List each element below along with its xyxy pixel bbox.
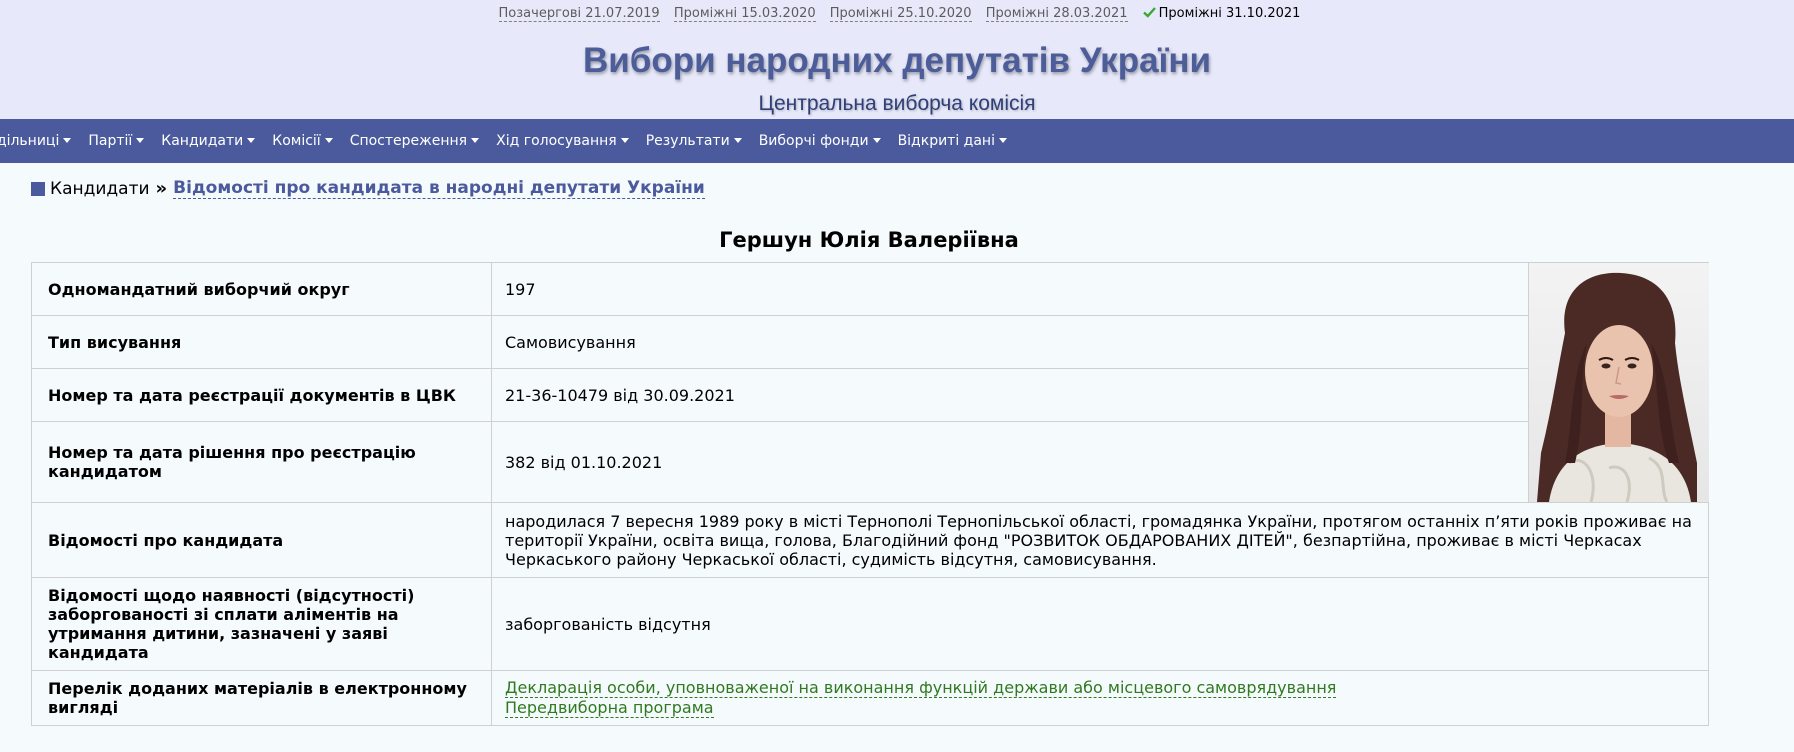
table-row: Відомості про кандидата народилася 7 вер… [31,502,1709,578]
material-link-program[interactable]: Передвиборна програма [505,698,714,718]
site-header: Позачергові 21.07.2019 Проміжні 15.03.20… [0,0,1794,119]
caret-down-icon [620,138,629,143]
caret-down-icon [471,138,480,143]
row-value: заборгованість відсутня [491,577,1709,671]
caret-down-icon [63,138,72,143]
nav-item-label: Кандидати [161,133,244,149]
checkmark-icon [1142,7,1156,18]
row-label: Відомості щодо наявності (відсутності) з… [31,577,492,671]
election-link-2021-03-28[interactable]: Проміжні 28.03.2021 [985,6,1128,22]
breadcrumb-separator: » [155,178,168,199]
nav-item-label: Хід голосування [496,133,617,149]
row-label: Номер та дата реєстрації документів в ЦВ… [31,368,492,422]
nav-item-label: Спостереження [349,133,468,149]
row-label: Перелік доданих матеріалів в електронном… [31,670,492,726]
current-election-label: Проміжні 31.10.2021 [1158,6,1301,21]
row-value: Самовисування [491,315,1529,369]
nav-item-election-funds[interactable]: Виборчі фонди [759,133,881,149]
site-subtitle: Центральна виборча комісія [758,92,1036,115]
row-value: народилася 7 вересня 1989 року в місті Т… [491,502,1709,578]
site-title: Вибори народних депутатів України [582,41,1212,80]
caret-down-icon [247,138,256,143]
nav-item-candidates[interactable]: Кандидати [161,133,256,149]
row-value: 21-36-10479 від 30.09.2021 [491,368,1529,422]
table-row: Номер та дата реєстрації документів в ЦВ… [31,368,1709,422]
nav-item-voting-progress[interactable]: Хід голосування [496,133,629,149]
nav-item-label: Результати [645,133,730,149]
candidate-photo [1529,263,1709,502]
caret-down-icon [872,138,881,143]
breadcrumb: Кандидати » Відомості про кандидата в на… [31,178,705,199]
nav-item-label: , дільниці [0,133,60,149]
table-row: Одномандатний виборчий округ 197 [31,262,1709,503]
candidate-info-table: Одномандатний виборчий округ 197 Тип вис… [31,262,1709,726]
caret-down-icon [733,138,742,143]
candidate-name: Гершун Юлія Валеріївна [719,228,1019,252]
table-row: Тип висування Самовисування [31,315,1709,369]
nav-item-commissions[interactable]: Комісії [272,133,333,149]
caret-down-icon [136,138,145,143]
table-row: Перелік доданих матеріалів в електронном… [31,670,1709,726]
breadcrumb-current-link[interactable]: Відомості про кандидата в народні депута… [173,178,705,199]
row-value: 382 від 01.10.2021 [491,421,1529,503]
nav-item-results[interactable]: Результати [646,133,742,149]
election-link-2020-10-25[interactable]: Проміжні 25.10.2020 [829,6,972,22]
caret-down-icon [998,138,1007,143]
photo-cell [1528,262,1709,503]
nav-item-label: Комісії [272,133,321,149]
table-row: Відомості щодо наявності (відсутності) з… [31,577,1709,671]
election-link-2020-03-15[interactable]: Проміжні 15.03.2020 [673,6,816,22]
nav-item-label: Виборчі фонди [758,133,869,149]
current-election: Проміжні 31.10.2021 [1142,6,1301,21]
nav-item-parties[interactable]: Партії [88,133,145,149]
breadcrumb-parent[interactable]: Кандидати [50,179,150,199]
caret-down-icon [324,138,333,143]
nav-item-observation[interactable]: Спостереження [349,133,480,149]
row-label: Номер та дата рішення про реєстрацію кан… [31,421,492,503]
nav-item-label: Відкриті дані [897,133,995,149]
election-link-2019-07-21[interactable]: Позачергові 21.07.2019 [498,6,660,22]
row-label: Відомості про кандидата [31,502,492,578]
breadcrumb-square-icon [31,181,45,196]
main-navbar: , дільниці Партії Кандидати Комісії Спос… [0,119,1794,163]
material-link-declaration[interactable]: Декларація особи, уповноваженої на викон… [505,678,1337,698]
materials-list: Декларація особи, уповноваженої на викон… [491,670,1709,726]
row-value: 197 [491,262,1529,316]
nav-item-open-data[interactable]: Відкриті дані [898,133,1007,149]
table-row: Номер та дата рішення про реєстрацію кан… [31,421,1709,503]
elections-switcher: Позачергові 21.07.2019 Проміжні 15.03.20… [0,6,1794,22]
row-label: Тип висування [31,315,492,369]
nav-item-districts[interactable]: , дільниці [0,133,72,149]
nav-item-label: Партії [88,133,133,149]
row-label: Одномандатний виборчий округ [31,262,492,316]
